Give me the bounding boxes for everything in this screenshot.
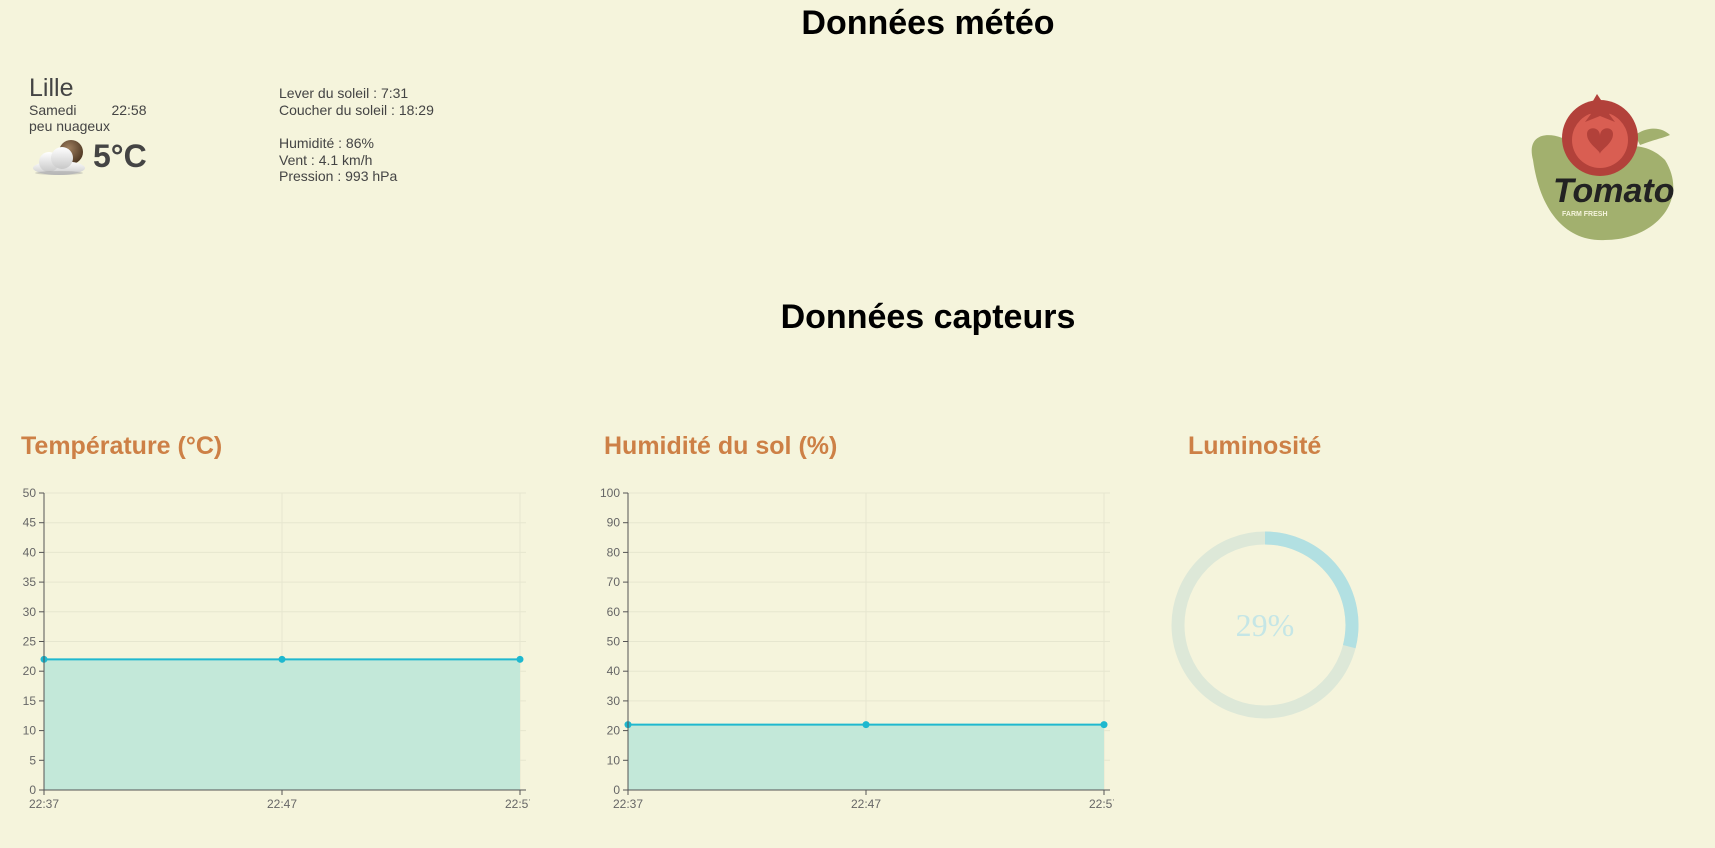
temperature-chart-x-tick-label: 22:37 [29, 797, 59, 811]
soil-humidity-chart-y-tick-label: 30 [607, 694, 621, 708]
sunrise-label: Lever du soleil : 7:31 [279, 85, 409, 101]
soil-humidity-chart-x-tick-label: 22:37 [613, 797, 643, 811]
gauge-value: 29% [1236, 607, 1295, 643]
time-label: 22:58 [111, 102, 147, 118]
weather-summary: Lille Samedi 22:58 peu nuageux 5°C [29, 74, 147, 176]
day-time-row: Samedi 22:58 [29, 102, 147, 118]
sensors-section-title: Données capteurs [780, 298, 1076, 336]
soil-humidity-chart-y-tick-label: 40 [607, 664, 621, 678]
soil-humidity-chart-y-tick-label: 50 [607, 635, 621, 649]
pressure-label: Pression : 993 hPa [279, 168, 398, 184]
soil-humidity-chart-y-tick-label: 0 [613, 783, 620, 797]
temperature-chart: 0 5 10 15 20 25 30 35 40 45 50 22:37 22:47 22:57 [23, 486, 530, 811]
weather-condition: peu nuageux [29, 118, 110, 134]
temperature-chart-x-tick-label: 22:57 [505, 797, 530, 811]
current-temperature: 5°C [93, 137, 147, 174]
wind-label: Vent : 4.1 km/h [279, 151, 373, 168]
temperature-chart-y-tick-label: 10 [23, 724, 37, 738]
soil-humidity-chart-x-tick-label: 22:47 [851, 797, 881, 811]
humidity-label: Humidité : 86% [279, 135, 374, 151]
soil-humidity-chart: 0 10 20 30 40 50 60 70 80 90 100 22:37 22:47 22:57 [600, 486, 1114, 811]
weather-details: Lever du soleil : 7:31 Coucher du soleil… [279, 85, 434, 185]
city-name: Lille [29, 74, 74, 102]
soil-humidity-chart-y-tick-label: 100 [600, 486, 620, 500]
temperature-chart-y-tick-label: 40 [23, 545, 37, 559]
temperature-chart-y-tick-label: 5 [29, 753, 36, 767]
temperature-chart-title: Température (°C) [21, 432, 223, 460]
temperature-chart-y-tick-label: 50 [23, 486, 37, 500]
soil-humidity-chart-y-tick-label: 70 [607, 575, 621, 589]
temperature-chart-y-tick-label: 25 [23, 635, 37, 649]
tomato-logo: Tomato FARM FRESH [1531, 94, 1675, 241]
sunset-label: Coucher du soleil : 18:29 [279, 101, 434, 118]
temperature-chart-y-tick-label: 30 [23, 605, 37, 619]
temperature-chart-y-tick-label: 35 [23, 575, 37, 589]
logo-text: Tomato [1553, 172, 1675, 210]
day-label: Samedi [29, 102, 77, 118]
weather-section-title: Données météo [801, 4, 1055, 42]
soil-humidity-chart-area [628, 724, 1104, 790]
soil-humidity-chart-y-tick-label: 10 [607, 753, 621, 767]
luminosity-chart-title: Luminosité [1188, 432, 1322, 460]
temperature-chart-x-tick-label: 22:47 [267, 797, 297, 811]
temperature-chart-y-tick-label: 0 [29, 783, 36, 797]
temperature-chart-area [44, 659, 520, 790]
soil-humidity-chart-y-tick-label: 80 [607, 545, 621, 559]
partly-cloudy-night-icon [33, 140, 85, 175]
soil-humidity-chart-y-tick-label: 20 [607, 724, 621, 738]
luminosity-gauge: 29% [1171, 531, 1359, 719]
temperature-chart-y-tick-label: 15 [23, 694, 37, 708]
soil-humidity-chart-y-tick-label: 90 [607, 516, 621, 530]
logo-subtext: FARM FRESH [1562, 211, 1608, 218]
soil-humidity-chart-point[interactable] [862, 721, 870, 729]
temperature-chart-point[interactable] [516, 655, 524, 663]
temperature-chart-y-tick-label: 45 [23, 516, 37, 530]
dashboard-page: Données météo Lille Samedi 22:58 peu nua… [0, 0, 1715, 848]
soil-humidity-chart-y-tick-label: 60 [607, 605, 621, 619]
soil-humidity-chart-title: Humidité du sol (%) [604, 432, 838, 460]
soil-humidity-chart-point[interactable] [1100, 721, 1108, 729]
soil-humidity-chart-x-tick-label: 22:57 [1089, 797, 1114, 811]
temperature-row: 5°C [29, 136, 147, 176]
temperature-chart-point[interactable] [278, 655, 286, 663]
temperature-chart-y-tick-label: 20 [23, 664, 37, 678]
